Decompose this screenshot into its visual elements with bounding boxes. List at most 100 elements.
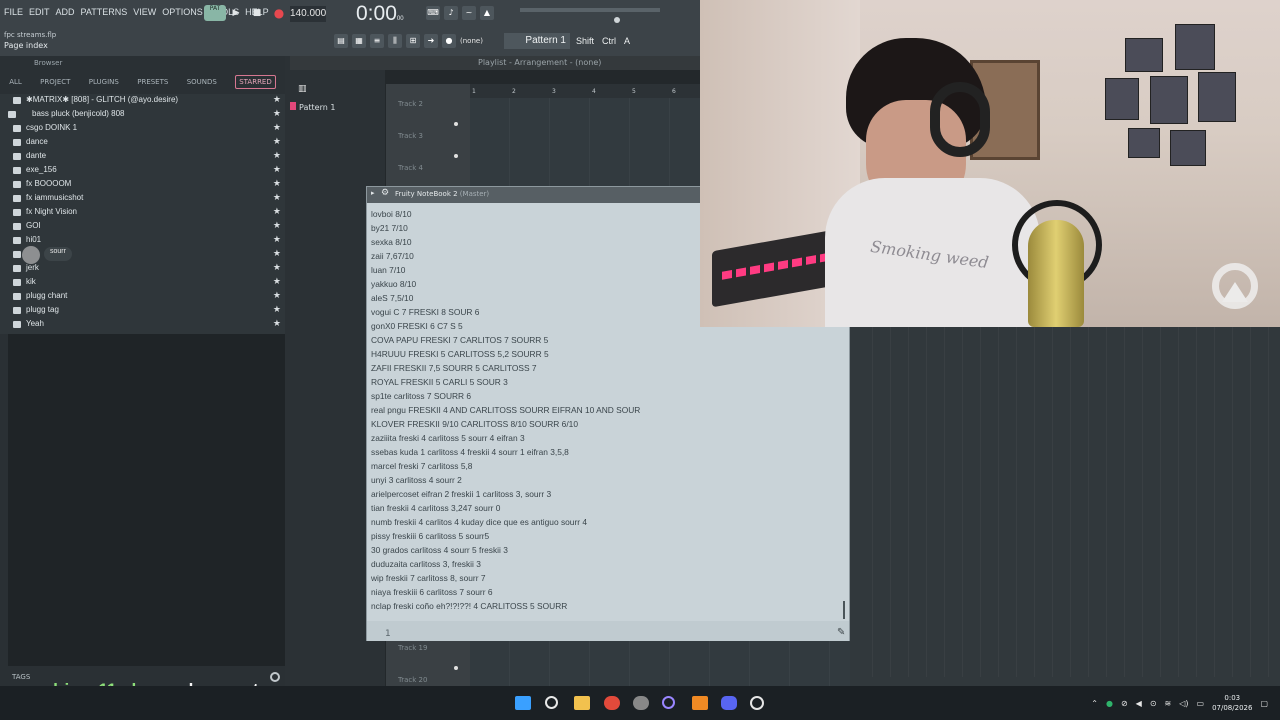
playlist-timeline[interactable]: 1 2 3 4 5 6 xyxy=(470,84,700,98)
list-item[interactable]: Yeah ★ xyxy=(0,318,285,332)
star-icon[interactable]: ★ xyxy=(273,164,281,175)
star-icon[interactable]: ★ xyxy=(273,234,281,245)
star-icon[interactable]: ★ xyxy=(273,276,281,287)
search-icon[interactable] xyxy=(270,672,280,682)
list-item[interactable]: hi01 ★ xyxy=(0,234,285,248)
star-icon[interactable]: ★ xyxy=(273,108,281,119)
star-icon[interactable]: ★ xyxy=(273,304,281,315)
tempo-display[interactable]: 140.000 xyxy=(290,6,326,22)
plugin-icon[interactable]: ➜ xyxy=(424,34,438,48)
gear-icon[interactable]: ⚙ xyxy=(381,188,389,198)
star-icon[interactable]: ★ xyxy=(273,136,281,147)
obs-icon[interactable] xyxy=(633,696,649,710)
star-icon[interactable]: ★ xyxy=(273,318,281,329)
pencil-icon[interactable]: ✎ xyxy=(837,627,845,638)
menu-patterns[interactable]: PATTERNS xyxy=(81,7,128,17)
fl-studio-icon[interactable] xyxy=(692,696,708,710)
list-item[interactable]: csgo DOINK 1 ★ xyxy=(0,122,285,136)
tab-all[interactable]: ALL xyxy=(9,78,22,86)
star-icon[interactable]: ★ xyxy=(273,248,281,259)
list-item[interactable]: kik ★ xyxy=(0,276,285,290)
play-icon[interactable]: ▶ xyxy=(228,5,244,21)
list-item[interactable]: exe_156 ★ xyxy=(0,164,285,178)
alt-key[interactable]: A xyxy=(622,36,632,46)
star-icon[interactable]: ★ xyxy=(273,94,281,105)
notebook-scrollbar[interactable] xyxy=(843,601,845,619)
list-item[interactable]: sourr ★ xyxy=(0,246,285,264)
stop-icon[interactable]: ■ xyxy=(249,5,265,21)
mixer-icon[interactable]: ⫼ xyxy=(388,34,402,48)
tab-sounds[interactable]: SOUNDS xyxy=(187,78,217,86)
menu-options[interactable]: OPTIONS xyxy=(162,7,203,17)
pattern-list-item[interactable]: Pattern 1 xyxy=(290,102,380,114)
tab-project[interactable]: PROJECT xyxy=(40,78,70,86)
search-icon[interactable] xyxy=(545,696,558,709)
metronome-icon[interactable]: ▲ xyxy=(480,6,494,20)
record-icon[interactable]: ● xyxy=(271,5,287,21)
shift-key[interactable]: Shift xyxy=(574,36,596,46)
list-item[interactable]: fx Night Vision ★ xyxy=(0,206,285,220)
wave-icon[interactable]: ~ xyxy=(462,6,476,20)
mic-icon[interactable]: ● xyxy=(442,34,456,48)
pattern-selector[interactable]: Pattern 1 xyxy=(504,33,570,49)
list-item[interactable]: jerk ★ xyxy=(0,262,285,276)
list-item[interactable]: dante ★ xyxy=(0,150,285,164)
mic-icon[interactable]: ⊙ xyxy=(1150,699,1157,708)
none-selector[interactable]: (none) xyxy=(460,34,500,48)
list-item[interactable]: plugg chant ★ xyxy=(0,290,285,304)
tab-presets[interactable]: PRESETS xyxy=(137,78,168,86)
menu-add[interactable]: ADD xyxy=(56,7,75,17)
typing-icon[interactable]: ♪ xyxy=(444,6,458,20)
pattern-icon[interactable]: ▤ xyxy=(334,34,348,48)
ctrl-key[interactable]: Ctrl xyxy=(600,36,618,46)
list-item[interactable]: ✱MATRIX✱ [808] - GLITCH (@ayo.desire) ★ xyxy=(0,94,285,108)
list-item[interactable]: plugg tag ★ xyxy=(0,304,285,318)
list-item[interactable]: bass pluck (benjicold) 808 ★ xyxy=(0,108,285,122)
notification-icon[interactable]: ▢ xyxy=(1260,699,1268,708)
pattern-picker-icon[interactable]: ▥ xyxy=(298,84,310,94)
menu-view[interactable]: VIEW xyxy=(133,7,156,17)
list-item[interactable]: GOI ★ xyxy=(0,220,285,234)
start-icon[interactable] xyxy=(515,696,531,710)
tab-starred[interactable]: STARRED xyxy=(235,75,276,89)
playlist-grid[interactable] xyxy=(470,98,700,188)
star-icon[interactable]: ★ xyxy=(273,178,281,189)
menu-file[interactable]: FILE xyxy=(4,7,23,17)
list-item[interactable]: dance ★ xyxy=(0,136,285,150)
clock[interactable]: 0:03 07/08/2026 xyxy=(1212,693,1252,713)
menu-edit[interactable]: EDIT xyxy=(29,7,50,17)
discord-icon[interactable] xyxy=(721,696,737,710)
track-mute-led[interactable] xyxy=(454,122,458,126)
chrome-icon[interactable] xyxy=(604,696,620,710)
track-mute-led[interactable] xyxy=(454,666,458,670)
tray-app-icon[interactable]: ● xyxy=(1106,699,1113,708)
master-volume-knob[interactable] xyxy=(614,17,620,23)
arrow-icon[interactable]: ▸ xyxy=(371,189,375,197)
star-icon[interactable]: ★ xyxy=(273,150,281,161)
piano-roll-icon[interactable]: ≡ xyxy=(370,34,384,48)
star-icon[interactable]: ★ xyxy=(273,290,281,301)
star-icon[interactable]: ★ xyxy=(273,262,281,273)
browser-icon[interactable]: ⊞ xyxy=(406,34,420,48)
star-icon[interactable]: ★ xyxy=(273,220,281,231)
mute-icon[interactable]: ⊘ xyxy=(1121,699,1128,708)
chevron-up-icon[interactable]: ⌃ xyxy=(1091,699,1098,708)
battery-icon[interactable]: ▭ xyxy=(1197,699,1205,708)
speaker-icon[interactable]: ◁) xyxy=(1179,699,1188,708)
step-seq-icon[interactable]: ▦ xyxy=(352,34,366,48)
notebook-page-number[interactable]: 1 xyxy=(385,629,391,639)
star-icon[interactable]: ★ xyxy=(273,192,281,203)
keyboard-icon[interactable]: ⌨ xyxy=(426,6,440,20)
playlist-grid[interactable] xyxy=(470,640,850,686)
tab-plugins[interactable]: PLUGINS xyxy=(89,78,119,86)
app-icon[interactable] xyxy=(662,696,675,709)
star-icon[interactable]: ★ xyxy=(273,206,281,217)
pat-song-toggle[interactable]: PAT xyxy=(204,5,226,21)
file-explorer-icon[interactable] xyxy=(574,696,590,710)
wifi-icon[interactable]: ≋ xyxy=(1165,699,1172,708)
volume-icon[interactable]: ◀ xyxy=(1136,699,1142,708)
media-player-icon[interactable] xyxy=(750,696,764,710)
star-icon[interactable]: ★ xyxy=(273,122,281,133)
list-item[interactable]: fx iammusicshot ★ xyxy=(0,192,285,206)
track-mute-led[interactable] xyxy=(454,154,458,158)
